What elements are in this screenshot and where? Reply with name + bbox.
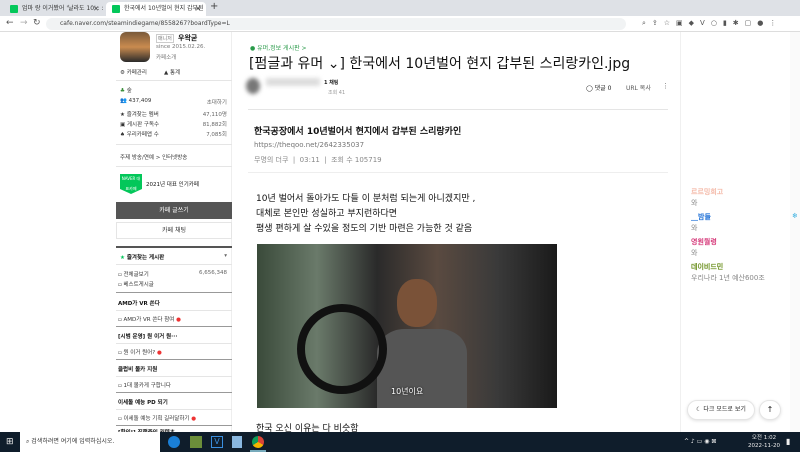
chevron-down-icon[interactable]: ▾	[224, 253, 227, 259]
cafe-sidebar: 매니저 우왁굳 since 2015.02.26. 카페소개 ⚙ 카페관리 ▲ …	[116, 32, 232, 436]
board-link[interactable]: ▫ 뭔 이거 뭔어? ●	[118, 348, 162, 356]
edge-icon[interactable]	[168, 436, 180, 448]
board-link[interactable]: ● 유머,정보 게시판 >	[250, 43, 307, 52]
cafe-intro-link[interactable]: 카페소개	[156, 53, 176, 61]
close-icon[interactable]: ✕	[93, 2, 99, 16]
stats-link[interactable]: ▲ 통계	[164, 68, 180, 76]
author-name-blurred[interactable]	[266, 78, 320, 86]
board-link[interactable]: ▫ 1대 몰카게 구합니다	[118, 381, 171, 389]
post-title: [펌글과 유머 ⌄] 한국에서 10년벌어 현지 갑부된 스리랑카인.jpg	[249, 56, 631, 72]
quote-link[interactable]: https://theqoo.net/2642335037	[254, 141, 364, 149]
chrome-icon[interactable]	[252, 436, 264, 448]
naver-cafe-favicon	[112, 5, 120, 13]
video-caption: 10년이요	[391, 387, 424, 396]
post-content: ● 유머,정보 게시판 > [펌글과 유머 ⌄] 한국에서 10년벌어 현지 갑…	[232, 32, 680, 432]
extension-icons[interactable]: ⌕⇪☆▣◆V○▮✱▢●⋮	[642, 19, 782, 28]
clock[interactable]: 오전 1:02 2022-11-20	[748, 434, 780, 450]
notepad-icon[interactable]	[232, 436, 242, 448]
snowflake-icon: ❄	[792, 212, 798, 220]
scroll-top-button[interactable]: ↑	[759, 400, 781, 420]
system-tray-icons[interactable]: ^ ♪ ▭ ◉ ⊠	[684, 438, 716, 445]
person-face	[397, 279, 437, 327]
comments-button[interactable]: ◯ 댓글 0	[586, 83, 611, 92]
dark-mode-button[interactable]: ☾ 다크 모드로 보기	[687, 400, 755, 420]
cafe-name: 우왁굳	[178, 34, 198, 42]
notification-icon[interactable]: ▮	[786, 437, 790, 446]
scrollbar[interactable]: ❄	[790, 32, 800, 432]
back-icon[interactable]: ←	[6, 18, 14, 28]
cafe-theme[interactable]: 주제 방송/연예 > 인터넷방송	[120, 153, 187, 161]
cafe-logo	[120, 32, 150, 62]
steering-wheel	[297, 304, 387, 394]
tab-1[interactable]: 엄마 랑 이거봤어 '날라도 10' : : ✕	[4, 2, 104, 16]
member-count: 👥 437,409	[120, 98, 152, 104]
tab-strip: 엄마 랑 이거봤어 '날라도 10' : : ✕ 한국에서 10년벌어 현지 갑부…	[0, 0, 800, 16]
forward-icon[interactable]: →	[20, 18, 28, 28]
app-v-icon[interactable]: V	[211, 436, 223, 448]
new-tab-button[interactable]: +	[210, 1, 218, 12]
write-post-button[interactable]: 카페 글쓰기	[116, 202, 232, 219]
chat-panel: 르르밍희고 와 __밤들 와 영원월령 와 데이비드민 우리나라 1년 예산600조 ☾…	[680, 32, 790, 432]
naver-cafe-favicon	[10, 5, 18, 13]
author-avatar[interactable]	[246, 78, 260, 94]
cafe-admin-link[interactable]: ⚙ 카페관리	[120, 68, 147, 76]
taskbar-search-input[interactable]: ⌕ 검색하려면 여기에 입력하십시오.	[20, 432, 160, 452]
level: ♣ 숲	[120, 88, 132, 94]
address-bar-row: ← → ↻ cafe.naver.com/steamindiegame/8558…	[0, 16, 800, 32]
close-icon[interactable]: ✕	[195, 2, 201, 16]
tab-2-active[interactable]: 한국에서 10년벌어 현지 갑부된 ✕	[106, 2, 206, 16]
taskbar: ⊞ ⌕ 검색하려면 여기에 입력하십시오. V ^ ♪ ▭ ◉ ⊠ 오전 1:0…	[0, 432, 800, 452]
favorite-boards-header[interactable]: ★ 즐겨찾는 게시판	[120, 253, 164, 261]
board-link[interactable]: ▫ 이세돌 예능 기획 길러달하기 ●	[118, 414, 196, 422]
minecraft-icon[interactable]	[190, 436, 202, 448]
quote-title: 한국공장에서 10년벌어서 현지에서 갑부된 스리랑카인	[254, 127, 462, 137]
naver-badge: NAVER 대표카페	[120, 174, 142, 194]
post-image[interactable]: 10년이요	[257, 244, 557, 408]
reload-icon[interactable]: ↻	[33, 18, 41, 28]
cafe-chat-button[interactable]: 카페 채팅	[116, 222, 232, 239]
more-options-icon[interactable]: ⋮	[662, 82, 669, 90]
url-copy-button[interactable]: URL 복사	[626, 83, 651, 92]
all-posts-link[interactable]: ▫ 전체글보기	[118, 270, 149, 278]
windows-start-icon[interactable]: ⊞	[6, 437, 14, 447]
post-body: 10년 벌어서 돌아가도 다들 이 분처럼 되는게 아니겠지만 , 대체로 본인만…	[256, 194, 476, 234]
url-input[interactable]: cafe.naver.com/steamindiegame/8558267?bo…	[46, 18, 626, 30]
invite-link[interactable]: 초대하기	[207, 98, 227, 106]
best-posts-link[interactable]: ▫ 베스트게시글	[118, 280, 154, 288]
board-link[interactable]: ▫ AMD가 VR 쏜다 참여 ●	[118, 315, 181, 323]
